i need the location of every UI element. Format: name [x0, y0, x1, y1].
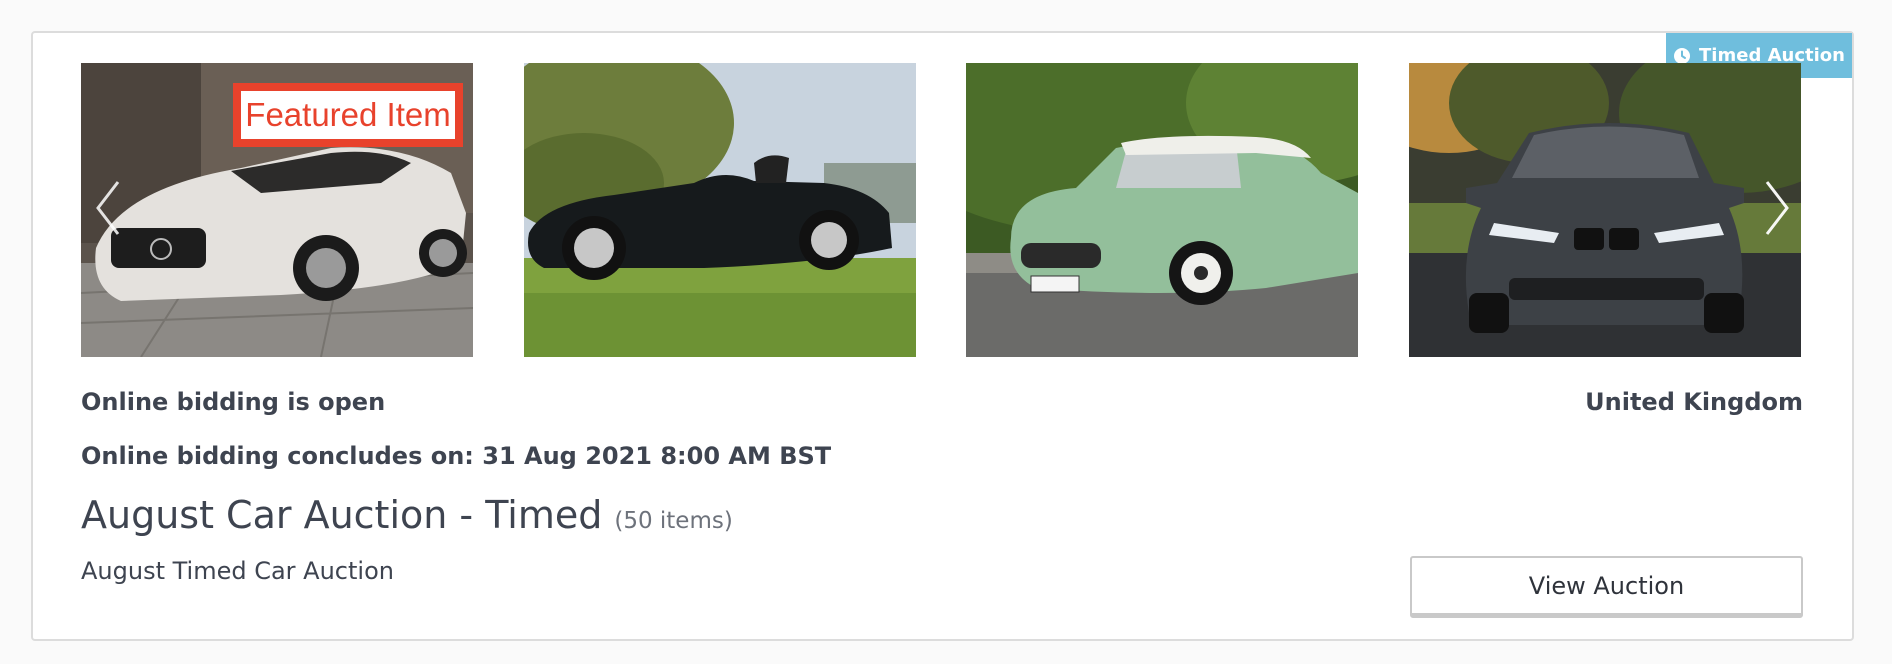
- carousel-prev-arrow[interactable]: [93, 178, 123, 238]
- car-image-grey-sedan[interactable]: [1409, 63, 1801, 357]
- car-image-black-convertible[interactable]: [524, 63, 916, 357]
- featured-item-label: Featured Item: [233, 83, 463, 147]
- auction-card: Timed Auction Featured Item Online biddi…: [31, 31, 1854, 641]
- image-carousel: Featured Item: [81, 63, 1804, 357]
- auction-title[interactable]: August Car Auction - Timed: [81, 493, 602, 537]
- item-count: (50 items): [614, 508, 733, 534]
- view-auction-button[interactable]: View Auction: [1410, 556, 1803, 618]
- clock-icon: [1673, 47, 1691, 65]
- bidding-concludes: Online bidding concludes on: 31 Aug 2021…: [81, 442, 832, 470]
- car-image-green-coupe[interactable]: [966, 63, 1358, 357]
- auction-description: August Timed Car Auction: [81, 557, 394, 585]
- auction-location: United Kingdom: [1585, 388, 1803, 416]
- carousel-next-arrow[interactable]: [1762, 178, 1792, 238]
- bidding-status: Online bidding is open: [81, 388, 386, 416]
- auction-title-row: August Car Auction - Timed (50 items): [81, 493, 733, 537]
